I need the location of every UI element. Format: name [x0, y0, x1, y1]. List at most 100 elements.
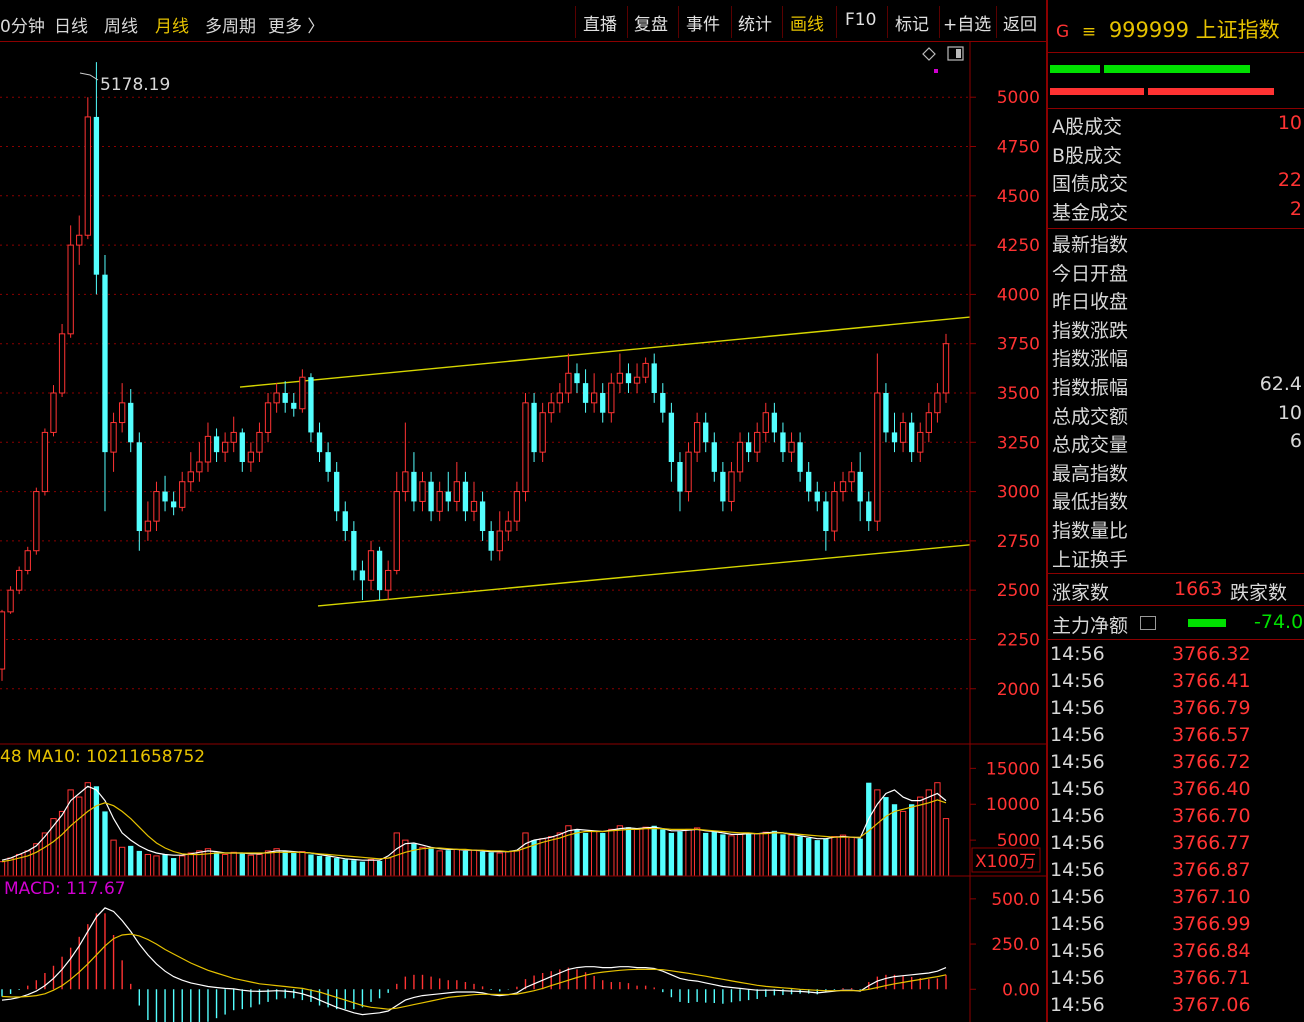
- turnover-value: 22: [1277, 169, 1302, 191]
- candle-body-up: [513, 491, 521, 522]
- candle-body-up: [942, 343, 950, 394]
- candle-body-down: [170, 501, 177, 508]
- volume-bar-up: [693, 827, 701, 877]
- tick-price: 3766.84: [1172, 940, 1251, 962]
- period-tab-minutes[interactable]: 0分钟: [0, 12, 45, 37]
- index-stat-label: 总成交量: [1052, 434, 1129, 457]
- volume-bar-up: [33, 843, 40, 877]
- candle-body-down: [462, 481, 469, 512]
- tick-time: 14:56: [1050, 994, 1105, 1016]
- candle-body-up: [470, 500, 478, 512]
- f10-button[interactable]: F10: [845, 10, 876, 30]
- turnover-value: 2: [1289, 197, 1302, 220]
- turnover-label: 国债成交: [1052, 173, 1129, 195]
- macd-tick-label: 0.00: [1002, 980, 1040, 1000]
- candle-body-down: [745, 442, 752, 453]
- index-stat-label: 最高指数: [1052, 462, 1129, 485]
- candle-body-down: [883, 392, 889, 433]
- up-count-label: 涨家数: [1052, 582, 1110, 604]
- volume-bar-down: [351, 860, 357, 876]
- events-button[interactable]: 事件: [686, 10, 720, 35]
- candle-body-up: [187, 471, 194, 483]
- candle-body-up: [196, 461, 203, 473]
- volume-bar-down: [445, 850, 451, 876]
- index-stat-label: 今日开盘: [1052, 262, 1129, 285]
- period-tab-more[interactable]: 更多 〉: [268, 12, 324, 37]
- candle-body-down: [488, 531, 494, 551]
- panel-title: G ≡ 999999 上证指数: [1056, 14, 1280, 44]
- volume-bar-down: [625, 827, 632, 876]
- candlestick-series: [0, 62, 950, 681]
- price-tick-label: 4750: [997, 138, 1040, 158]
- replay-button[interactable]: 复盘: [634, 10, 668, 35]
- volume-bar-up: [848, 836, 855, 877]
- toolbar-divider: [996, 6, 997, 38]
- candle-body-up: [496, 530, 503, 552]
- volume-bar-down: [711, 831, 717, 876]
- candle-body-down: [445, 491, 451, 502]
- candle-body-down: [823, 501, 829, 532]
- period-tab-daily[interactable]: 日线: [54, 12, 88, 37]
- toolbar-divider: [887, 6, 888, 38]
- volume-bar-down: [574, 829, 580, 876]
- menu-icon[interactable]: ≡: [1082, 22, 1096, 42]
- volume-bar-down: [909, 804, 915, 876]
- mark-button[interactable]: 标记: [895, 10, 929, 35]
- candle-body-up: [385, 569, 392, 591]
- tick-time: 14:56: [1050, 832, 1105, 854]
- volume-bar-up: [230, 851, 237, 877]
- candle-body-up: [848, 471, 855, 483]
- panel-rule: [1048, 228, 1304, 229]
- candle-body-down: [93, 116, 100, 275]
- candle-body-up: [556, 392, 563, 404]
- add-watchlist-button[interactable]: +自选: [943, 10, 991, 35]
- candle-body-up: [788, 441, 795, 453]
- tick-time: 14:56: [1050, 778, 1105, 800]
- candle-body-down: [531, 402, 537, 453]
- volume-bar-down: [316, 855, 323, 876]
- volume-bar-up: [839, 834, 847, 877]
- statistics-button[interactable]: 统计: [738, 10, 772, 35]
- tick-price: 3766.57: [1172, 724, 1251, 746]
- volume-bar-down: [325, 856, 331, 876]
- candle-body-down: [814, 491, 820, 502]
- volume-bar-up: [385, 857, 392, 877]
- diamond-icon[interactable]: [922, 47, 936, 61]
- volume-bar-up: [221, 853, 229, 877]
- draw-line-button[interactable]: 画线: [790, 10, 824, 35]
- list-icon[interactable]: [1140, 616, 1156, 630]
- volume-bar-up: [762, 831, 769, 877]
- volume-bar-up: [0, 861, 6, 877]
- tick-time: 14:56: [1050, 751, 1105, 773]
- candle-body-up: [539, 412, 546, 453]
- candle-body-up: [436, 491, 443, 512]
- turnover-label: 基金成交: [1052, 201, 1129, 224]
- period-tab-multi[interactable]: 多周期: [205, 12, 256, 37]
- candle-body-up: [590, 392, 598, 404]
- volume-bar-down: [857, 838, 863, 876]
- panel-rule: [1048, 108, 1304, 109]
- volume-bar-down: [428, 848, 434, 876]
- candle-body-up: [16, 569, 23, 591]
- price-tick-label: 3750: [997, 335, 1040, 355]
- back-button[interactable]: 返回: [1003, 10, 1037, 35]
- volume-bar-up: [256, 853, 263, 877]
- candle-body-down: [479, 501, 486, 532]
- period-tab-monthly[interactable]: 月线: [155, 12, 189, 37]
- volume-bar-up: [754, 833, 761, 877]
- candle-body-down: [162, 491, 168, 502]
- volume-bar-down: [582, 832, 589, 876]
- period-tab-weekly[interactable]: 周线: [104, 12, 138, 37]
- panel-toggle-icon[interactable]: [947, 46, 964, 61]
- main-flow-value: -74.0: [1254, 611, 1304, 633]
- candle-body-down: [213, 436, 220, 453]
- candle-body-up: [204, 435, 212, 463]
- candle-body-down: [334, 471, 340, 512]
- live-button[interactable]: 直播: [583, 10, 617, 35]
- candle-body-up: [264, 402, 272, 433]
- volume-bar-down: [720, 834, 726, 876]
- kline-chart[interactable]: 5000 4750 4500 4250 4000 3750 3500 3250 3000 2750…: [0, 42, 1046, 1022]
- candle-body-up: [7, 589, 14, 613]
- volume-unit-label: X100万: [975, 852, 1036, 872]
- down-count-label: 跌家数: [1230, 582, 1288, 604]
